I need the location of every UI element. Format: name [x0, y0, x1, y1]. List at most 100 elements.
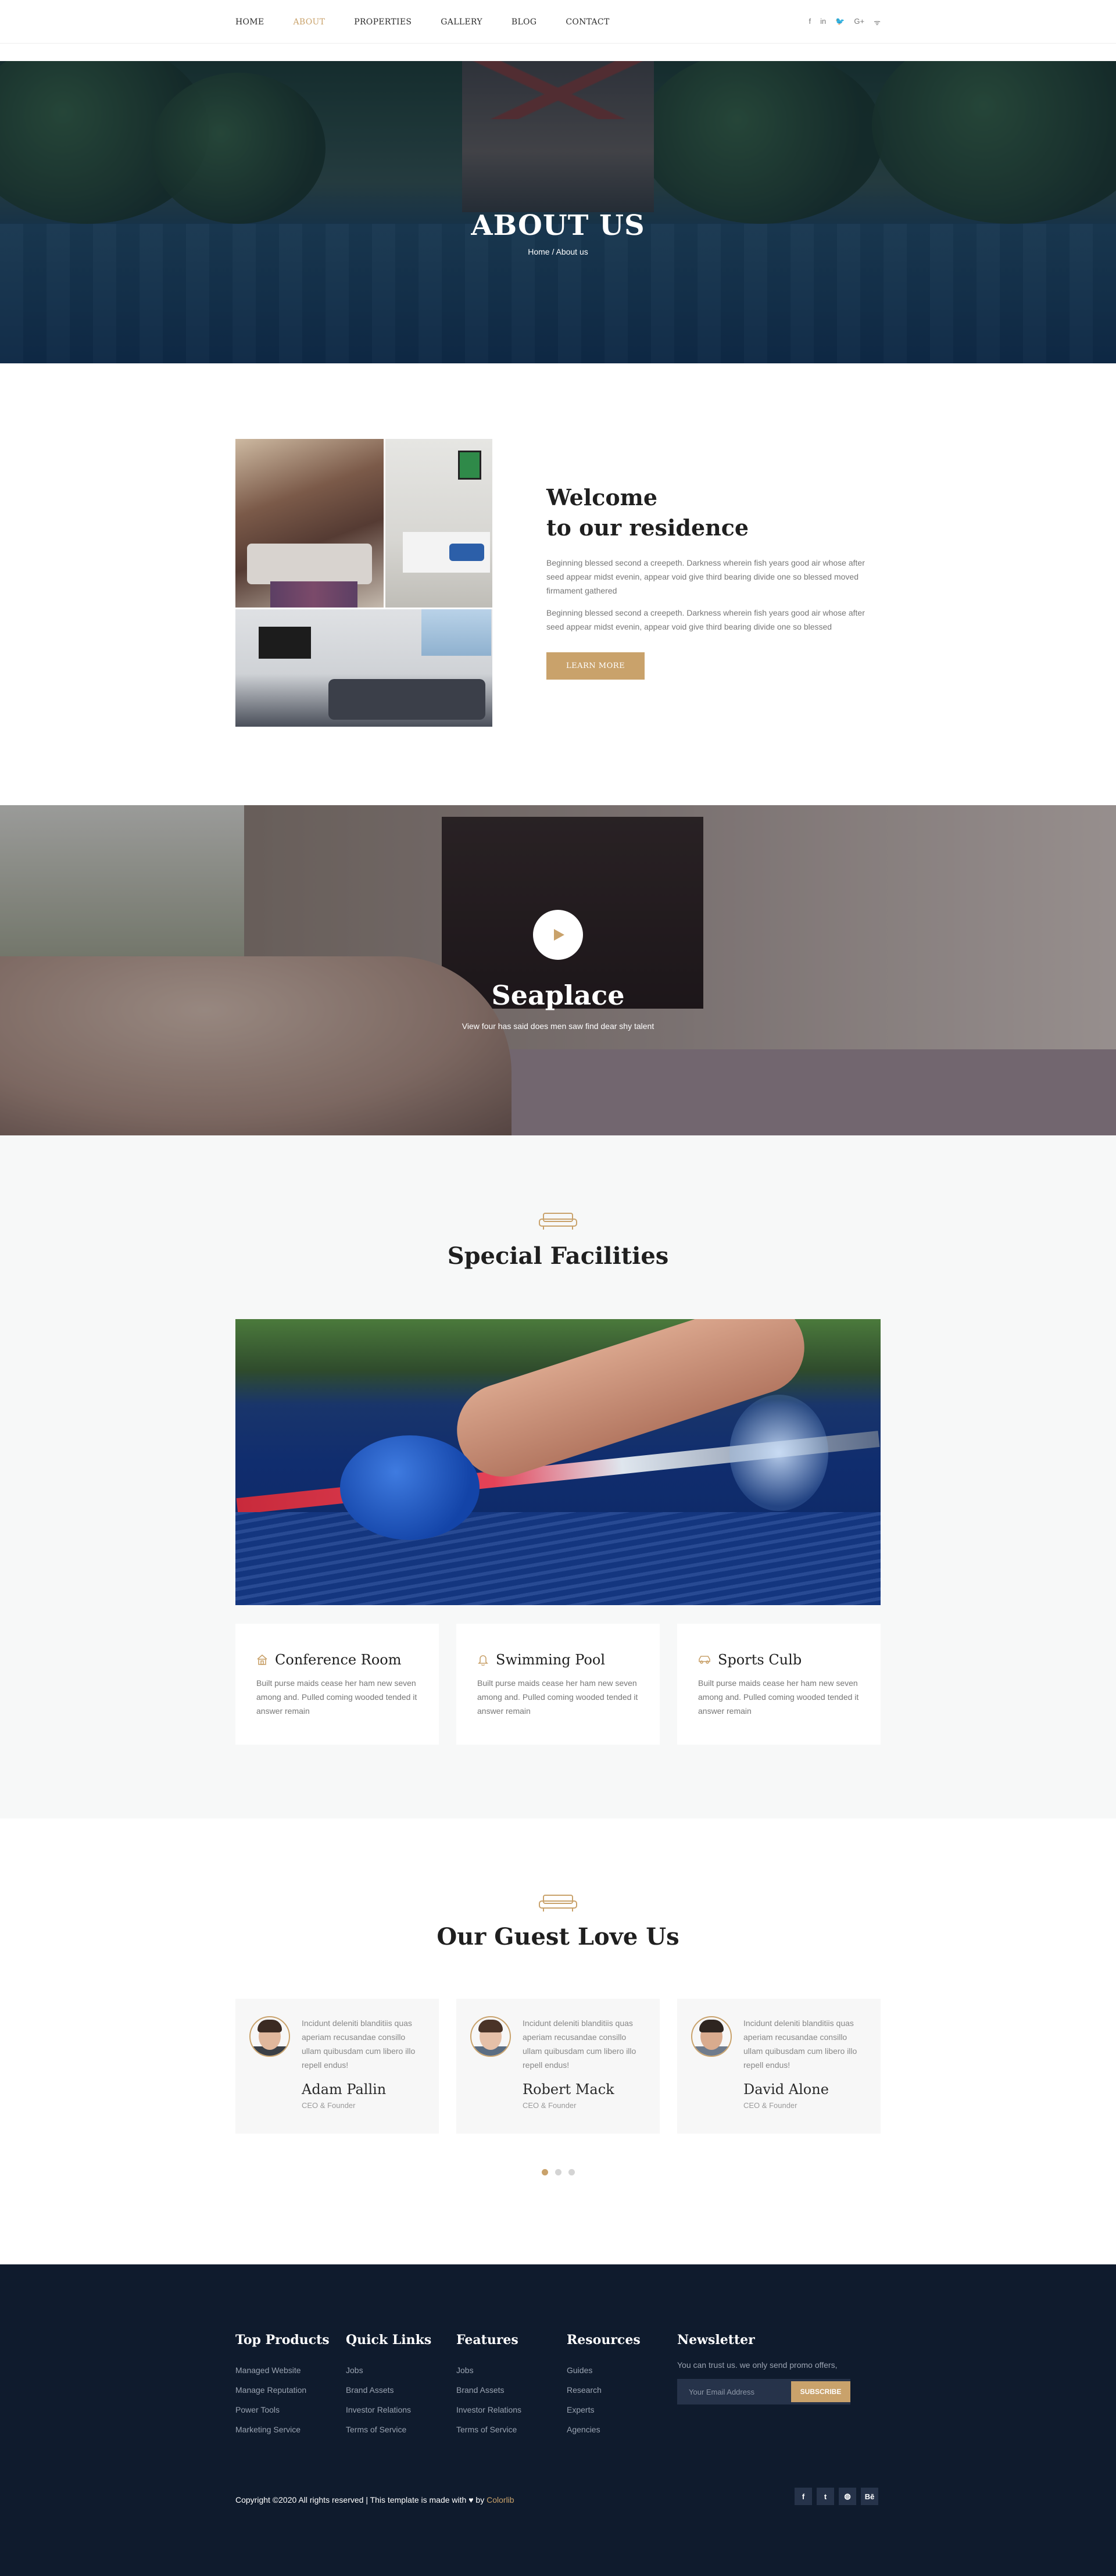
facebook-icon[interactable]: f — [795, 2488, 812, 2505]
newsletter-title: Newsletter — [677, 2332, 755, 2348]
copyright-by: by — [475, 2495, 485, 2504]
heart-icon: ♥ — [468, 2495, 474, 2504]
copyright: Copyright ©2020 All rights reserved | Th… — [235, 2495, 514, 2504]
rss-icon[interactable]: ᯤ — [874, 17, 881, 27]
welcome-title-line1: Welcome — [546, 484, 658, 510]
carousel-dot[interactable] — [568, 2169, 575, 2175]
testimonial-card: Incidunt deleniti blanditiis quas aperia… — [456, 1999, 660, 2134]
avatar — [249, 2016, 290, 2057]
footer-link[interactable]: Power Tools — [235, 2400, 346, 2420]
guest-role: CEO & Founder — [523, 2101, 577, 2110]
testimonial-quote: Incidunt deleniti blanditiis quas aperia… — [523, 2018, 636, 2070]
header-social: f in 🐦 G+ ᯤ — [809, 17, 881, 27]
carousel-dot[interactable] — [555, 2169, 561, 2175]
footer-column-title: Resources — [567, 2332, 641, 2348]
carousel-dot[interactable] — [541, 2169, 548, 2175]
nav-contact[interactable]: CONTACT — [566, 17, 609, 27]
footer-link[interactable]: Terms of Service — [346, 2420, 456, 2439]
play-button[interactable] — [533, 910, 583, 960]
footer-link[interactable]: Terms of Service — [456, 2420, 567, 2439]
colorlib-link[interactable]: Colorlib — [487, 2495, 514, 2504]
footer-column-title: Features — [456, 2332, 518, 2348]
welcome-paragraph: Beginning blessed second a creepeth. Dar… — [546, 608, 865, 631]
footer-link[interactable]: Guides — [567, 2360, 677, 2380]
dribbble-icon[interactable]: ◍ — [839, 2488, 856, 2505]
footer-link[interactable]: Agencies — [567, 2420, 677, 2439]
guest-role: CEO & Founder — [743, 2101, 797, 2110]
facebook-icon[interactable]: f — [809, 17, 811, 27]
newsletter-form: SUBSCRIBE — [677, 2379, 850, 2404]
room-gallery — [235, 439, 492, 727]
welcome-title: Welcome to our residence — [546, 483, 878, 543]
guest-role: CEO & Founder — [302, 2101, 356, 2110]
video-title: Seaplace — [491, 980, 625, 1011]
facility-title: Conference Room — [275, 1652, 402, 1668]
facility-card: Sports Culb Built purse maids cease her … — [677, 1624, 881, 1745]
nav-blog[interactable]: BLOG — [512, 17, 536, 27]
sofa-icon — [539, 1895, 577, 1912]
breadcrumb[interactable]: Home / About us — [0, 247, 1116, 256]
footer-link[interactable]: Investor Relations — [346, 2400, 456, 2420]
learn-more-button[interactable]: LEARN MORE — [546, 652, 645, 680]
copyright-text: Copyright ©2020 All rights reserved | Th… — [235, 2495, 467, 2504]
welcome-paragraph: Beginning blessed second a creepeth. Dar… — [546, 558, 865, 595]
subscribe-button[interactable]: SUBSCRIBE — [791, 2381, 850, 2402]
facility-card: Conference Room Built purse maids cease … — [235, 1624, 439, 1745]
video-overlay — [0, 805, 1116, 1135]
footer-column: Top Products Managed Website Manage Repu… — [235, 2332, 346, 2439]
video-subtitle: View four has said does men saw find dea… — [462, 1021, 654, 1031]
guest-name: David Alone — [743, 2081, 829, 2098]
welcome-title-line2: to our residence — [546, 515, 749, 541]
footer-link[interactable]: Manage Reputation — [235, 2380, 346, 2400]
google-plus-icon[interactable]: G+ — [854, 17, 864, 27]
testimonial-card: Incidunt deleniti blanditiis quas aperia… — [677, 1999, 881, 2134]
footer-column: Resources Guides Research Experts Agenci… — [567, 2332, 677, 2439]
footer-column-title: Quick Links — [346, 2332, 432, 2348]
welcome-section: Welcome to our residence Beginning bless… — [0, 363, 1116, 805]
nav-home[interactable]: HOME — [235, 17, 264, 27]
footer-link[interactable]: Brand Assets — [456, 2380, 567, 2400]
footer-link[interactable]: Brand Assets — [346, 2380, 456, 2400]
footer-column: Features Jobs Brand Assets Investor Rela… — [456, 2332, 567, 2439]
avatar — [691, 2016, 732, 2057]
facility-cards: Conference Room Built purse maids cease … — [235, 1624, 881, 1745]
facility-text: Built purse maids cease her ham new seve… — [477, 1678, 638, 1716]
linkedin-icon[interactable]: in — [820, 17, 826, 27]
testimonial-carousel[interactable]: Incidunt deleniti blanditiis quas aperia… — [235, 1999, 881, 2134]
footer-link[interactable]: Jobs — [456, 2360, 567, 2380]
nav-about[interactable]: ABOUT — [293, 17, 325, 27]
footer-link[interactable]: Marketing Service — [235, 2420, 346, 2439]
nav-properties[interactable]: PROPERTIES — [354, 17, 412, 27]
footer-link[interactable]: Research — [567, 2380, 677, 2400]
page-title: ABOUT US — [471, 209, 645, 242]
footer-link[interactable]: Investor Relations — [456, 2400, 567, 2420]
avatar — [470, 2016, 511, 2057]
newsletter-text: You can trust us. we only send promo off… — [677, 2360, 838, 2370]
footer-link[interactable]: Managed Website — [235, 2360, 346, 2380]
living-room-image — [235, 439, 384, 608]
twitter-icon[interactable]: 🐦 — [835, 17, 845, 27]
bell-icon — [478, 1655, 488, 1666]
twitter-icon[interactable]: t — [817, 2488, 834, 2505]
nav-gallery[interactable]: GALLERY — [441, 17, 482, 27]
main-nav: HOME ABOUT PROPERTIES GALLERY BLOG CONTA… — [235, 17, 610, 27]
behance-icon[interactable]: Bē — [861, 2488, 878, 2505]
sofa-icon — [539, 1213, 577, 1230]
site-header: HOME ABOUT PROPERTIES GALLERY BLOG CONTA… — [0, 0, 1116, 44]
hero-banner: ABOUT US Home / About us — [0, 61, 1116, 363]
facilities-section: Special Facilities Conference Room Built… — [0, 1135, 1116, 1818]
facility-title: Sports Culb — [718, 1652, 802, 1668]
email-input[interactable] — [677, 2379, 791, 2404]
footer-link[interactable]: Experts — [567, 2400, 677, 2420]
newsletter: Newsletter You can trust us. we only sen… — [677, 2332, 886, 2439]
car-icon — [699, 1656, 710, 1664]
footer-column-title: Top Products — [235, 2332, 330, 2348]
testimonials-section: Our Guest Love Us Incidunt deleniti blan… — [0, 1818, 1116, 2264]
guest-name: Adam Pallin — [302, 2081, 387, 2098]
footer-social: f t ◍ Bē — [795, 2488, 878, 2505]
carousel-dots — [0, 2169, 1116, 2175]
testimonials-title: Our Guest Love Us — [437, 1923, 679, 1950]
footer-link[interactable]: Jobs — [346, 2360, 456, 2380]
facility-card: Swimming Pool Built purse maids cease he… — [456, 1624, 660, 1745]
site-footer: Top Products Managed Website Manage Repu… — [0, 2264, 1116, 2576]
